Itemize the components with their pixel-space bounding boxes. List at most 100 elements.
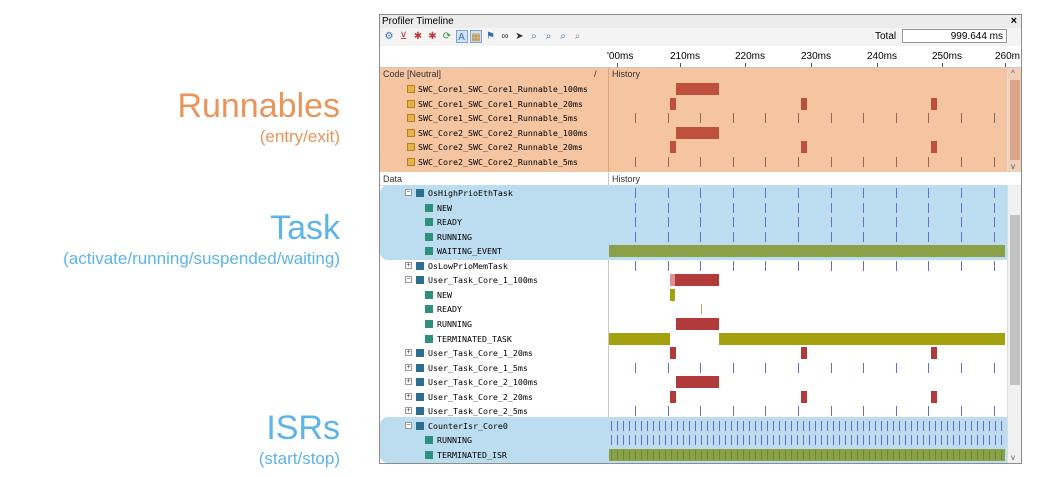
close-icon[interactable]: ×	[1011, 15, 1017, 28]
marker-icon[interactable]: ⚑	[485, 30, 497, 43]
state-row[interactable]: RUNNING	[380, 317, 1007, 332]
task-row[interactable]: + User_Task_Core_2_5ms	[380, 404, 1007, 419]
event-mark	[881, 435, 882, 446]
runnable-row[interactable]: SWC_Core1_SWC_Core1_Runnable_5ms	[380, 111, 1007, 126]
state-row[interactable]: READY	[380, 215, 1007, 230]
export-icon[interactable]: ⟳	[441, 30, 453, 43]
state-row[interactable]: WAITING_EVENT	[380, 244, 1007, 259]
runnable-row[interactable]: SWC_Core2_SWC_Core2_Runnable_20ms	[380, 140, 1007, 155]
expand-toggle-icon[interactable]: +	[405, 392, 412, 400]
runnable-row[interactable]: SWC_Core1_SWC_Core1_Runnable_20ms	[380, 97, 1007, 112]
zoom-fit-icon[interactable]: ⌕	[557, 30, 569, 43]
history-track[interactable]	[609, 201, 1005, 216]
goto-icon[interactable]: ➤	[514, 30, 526, 43]
task-row[interactable]: + OsLowPrioMemTask	[380, 259, 1007, 274]
history-track[interactable]	[609, 302, 1005, 317]
history-track[interactable]	[609, 332, 1005, 347]
task-row[interactable]: − CounterIsr_Core0	[380, 419, 1007, 434]
task-row[interactable]: + User_Task_Core_2_20ms	[380, 390, 1007, 405]
zoom-in-icon[interactable]: ⌕	[528, 30, 540, 43]
expand-toggle-icon[interactable]: −	[405, 421, 412, 429]
code-column-header[interactable]: Code [Neutral]	[383, 68, 441, 80]
event-mark	[733, 202, 734, 213]
event-mark	[725, 420, 726, 431]
history-track[interactable]	[609, 433, 1005, 448]
event-mark	[917, 449, 918, 460]
task-row[interactable]: + User_Task_Core_1_5ms	[380, 361, 1007, 376]
bug-add-icon[interactable]: ✱	[427, 30, 439, 43]
event-mark	[743, 420, 744, 431]
event-mark	[831, 260, 832, 271]
history-track[interactable]	[609, 346, 1005, 361]
runnable-bar	[676, 83, 719, 95]
history-track[interactable]	[609, 186, 1005, 201]
expand-toggle-icon[interactable]: −	[405, 189, 412, 196]
code-scrollbar[interactable]: ^ v	[1007, 68, 1021, 172]
data-scrollbar[interactable]: v	[1007, 185, 1021, 463]
history-track[interactable]	[609, 361, 1005, 376]
data-history-header[interactable]: History	[612, 173, 640, 185]
history-track[interactable]	[609, 259, 1005, 274]
expand-toggle-icon[interactable]: +	[405, 378, 412, 386]
total-value-field[interactable]: 999.644 ms	[902, 29, 1007, 43]
event-mark	[733, 362, 734, 373]
history-track[interactable]	[609, 288, 1005, 303]
runnable-history-track[interactable]	[609, 97, 1005, 112]
expand-toggle-icon[interactable]: −	[405, 276, 412, 284]
toggle-a-icon[interactable]: A	[455, 30, 468, 43]
history-track[interactable]	[609, 215, 1005, 230]
runnable-history-track[interactable]	[609, 140, 1005, 155]
history-track[interactable]	[609, 390, 1005, 405]
runnable-row[interactable]: SWC_Core2_SWC_Core2_Runnable_5ms	[380, 155, 1007, 170]
event-mark	[743, 435, 744, 446]
event-mark	[863, 449, 864, 460]
state-row[interactable]: NEW	[380, 201, 1007, 216]
task-row[interactable]: + User_Task_Core_1_20ms	[380, 346, 1007, 361]
gear-icon[interactable]: ⚙	[383, 30, 395, 43]
toggle-b-icon[interactable]: ▦	[470, 30, 482, 43]
history-track[interactable]	[609, 230, 1005, 245]
data-column-header[interactable]: Data	[383, 173, 402, 185]
event-mark	[695, 420, 696, 431]
zoom-reset-icon[interactable]: ⌕	[572, 30, 584, 43]
task-row[interactable]: − User_Task_Core_1_100ms	[380, 273, 1007, 288]
task-row[interactable]: + User_Task_Core_2_100ms	[380, 375, 1007, 390]
history-track[interactable]	[609, 317, 1005, 332]
expand-toggle-icon[interactable]: +	[405, 407, 412, 415]
runnable-history-track[interactable]	[609, 111, 1005, 126]
bug-icon[interactable]: ✱	[412, 30, 424, 43]
expand-toggle-icon[interactable]: +	[405, 349, 412, 357]
state-row[interactable]: TERMINATED_TASK	[380, 332, 1007, 347]
event-mark	[815, 449, 816, 460]
task-row[interactable]: − OsHighPrioEthTask	[380, 186, 1007, 201]
state-row[interactable]: RUNNING	[380, 230, 1007, 245]
isrs-callout-title: ISRs	[266, 409, 340, 447]
history-track[interactable]	[609, 273, 1005, 288]
time-ruler[interactable]: '00ms 210ms 220ms 230ms 240ms 250ms 260m	[380, 46, 1021, 68]
expand-toggle-icon[interactable]: +	[405, 363, 412, 371]
state-row[interactable]: READY	[380, 302, 1007, 317]
state-row[interactable]: RUNNING	[380, 433, 1007, 448]
runnable-history-track[interactable]	[609, 82, 1005, 97]
filter-icon[interactable]: ⊻	[398, 30, 410, 43]
event-mark	[928, 188, 929, 198]
event-mark	[905, 435, 906, 446]
history-track[interactable]	[609, 448, 1005, 463]
runnable-history-track[interactable]	[609, 126, 1005, 141]
state-row[interactable]: TERMINATED_ISR	[380, 448, 1007, 463]
history-track[interactable]	[609, 404, 1005, 419]
event-mark	[809, 420, 810, 431]
history-track[interactable]	[609, 375, 1005, 390]
zoom-out-icon[interactable]: ⌕	[543, 30, 555, 43]
runnable-history-track[interactable]	[609, 155, 1005, 170]
event-mark	[785, 420, 786, 431]
expand-toggle-icon[interactable]: +	[405, 261, 412, 269]
history-track[interactable]	[609, 244, 1005, 259]
runnable-row[interactable]: SWC_Core2_SWC_Core2_Runnable_100ms	[380, 126, 1007, 141]
history-track[interactable]	[609, 419, 1005, 434]
state-row[interactable]: NEW	[380, 288, 1007, 303]
event-mark	[765, 406, 766, 417]
code-history-header[interactable]: History	[612, 68, 640, 80]
binoculars-icon[interactable]: ∞	[499, 30, 511, 43]
runnable-row[interactable]: SWC_Core1_SWC_Core1_Runnable_100ms	[380, 82, 1007, 97]
